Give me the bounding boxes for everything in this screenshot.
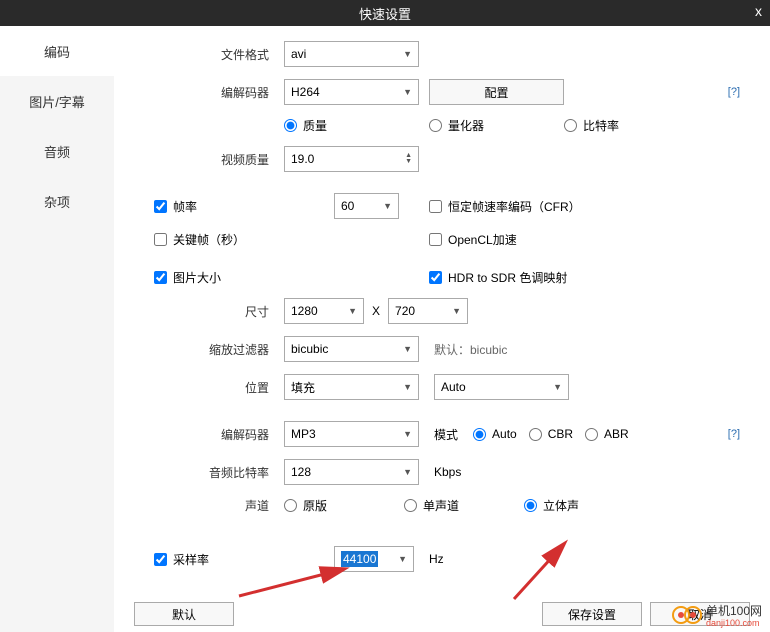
- mode-label: 模式: [434, 426, 458, 443]
- config-button[interactable]: 配置: [429, 79, 564, 105]
- tab-misc[interactable]: 杂项: [0, 176, 114, 226]
- audio-bitrate-label: 音频比特率: [134, 464, 284, 481]
- chevron-down-icon: ▼: [405, 159, 412, 165]
- checkbox-hdr[interactable]: HDR to SDR 色调映射: [429, 269, 567, 286]
- chevron-down-icon: ▼: [398, 554, 407, 564]
- radio-quality[interactable]: 质量: [284, 117, 419, 134]
- framerate-combo[interactable]: 60 ▼: [334, 193, 399, 219]
- radio-bitrate[interactable]: 比特率: [564, 117, 619, 134]
- chevron-down-icon: ▼: [452, 306, 461, 316]
- audio-codec-label: 编解码器: [134, 426, 284, 443]
- video-quality-label: 视频质量: [134, 151, 284, 168]
- titlebar: 快速设置 x: [0, 0, 770, 26]
- save-button[interactable]: 保存设置: [542, 602, 642, 626]
- samplerate-combo[interactable]: 44100 ▼: [334, 546, 414, 572]
- hz-label: Hz: [429, 552, 444, 566]
- position-combo[interactable]: 填充 ▼: [284, 374, 419, 400]
- position-label: 位置: [134, 379, 284, 396]
- video-quality-spinner[interactable]: 19.0 ▲▼: [284, 146, 419, 172]
- logo-icon: [684, 606, 702, 624]
- checkbox-cfr[interactable]: 恒定帧速率编码（CFR）: [429, 198, 581, 215]
- checkbox-keyframe[interactable]: 关键帧（秒）: [134, 231, 429, 248]
- codec-label: 编解码器: [134, 84, 284, 101]
- chevron-down-icon: ▼: [403, 87, 412, 97]
- scale-filter-combo[interactable]: bicubic ▼: [284, 336, 419, 362]
- watermark: 单机100网 danji100.com: [672, 602, 762, 628]
- codec-help[interactable]: [?]: [728, 86, 740, 98]
- radio-original[interactable]: 原版: [284, 497, 404, 514]
- chevron-down-icon: ▼: [553, 382, 562, 392]
- checkbox-opencl[interactable]: OpenCL加速: [429, 231, 517, 248]
- radio-stereo[interactable]: 立体声: [524, 497, 579, 514]
- radio-mono[interactable]: 单声道: [404, 497, 524, 514]
- close-icon[interactable]: x: [755, 3, 762, 19]
- radio-quantizer[interactable]: 量化器: [429, 117, 564, 134]
- chevron-down-icon: ▼: [403, 344, 412, 354]
- tab-subtitle[interactable]: 图片/字幕: [0, 76, 114, 126]
- audio-bitrate-combo[interactable]: 128 ▼: [284, 459, 419, 485]
- radio-abr[interactable]: ABR: [585, 427, 629, 441]
- checkbox-image-size[interactable]: 图片大小: [134, 269, 429, 286]
- file-format-combo[interactable]: avi ▼: [284, 41, 419, 67]
- radio-cbr[interactable]: CBR: [529, 427, 573, 441]
- default-button[interactable]: 默认: [134, 602, 234, 626]
- window-title: 快速设置: [359, 4, 411, 23]
- position-auto-combo[interactable]: Auto ▼: [434, 374, 569, 400]
- sidebar: 编码 图片/字幕 音频 杂项: [0, 26, 114, 632]
- checkbox-framerate[interactable]: 帧率: [134, 198, 334, 215]
- chevron-down-icon: ▼: [403, 467, 412, 477]
- channel-label: 声道: [134, 497, 284, 514]
- audio-codec-combo[interactable]: MP3 ▼: [284, 421, 419, 447]
- chevron-down-icon: ▼: [348, 306, 357, 316]
- size-label: 尺寸: [134, 303, 284, 320]
- file-format-label: 文件格式: [134, 46, 284, 63]
- radio-auto[interactable]: Auto: [473, 427, 517, 441]
- chevron-down-icon: ▼: [403, 382, 412, 392]
- chevron-down-icon: ▼: [383, 201, 392, 211]
- scale-filter-default: 默认：bicubic: [434, 341, 507, 358]
- checkbox-samplerate[interactable]: 采样率: [134, 551, 334, 568]
- audio-help[interactable]: [?]: [728, 428, 740, 440]
- tab-encode[interactable]: 编码: [0, 26, 114, 76]
- tab-audio[interactable]: 音频: [0, 126, 114, 176]
- width-combo[interactable]: 1280 ▼: [284, 298, 364, 324]
- height-combo[interactable]: 720 ▼: [388, 298, 468, 324]
- codec-combo[interactable]: H264 ▼: [284, 79, 419, 105]
- scale-filter-label: 缩放过滤器: [134, 341, 284, 358]
- chevron-down-icon: ▼: [403, 49, 412, 59]
- kbps-label: Kbps: [434, 465, 461, 479]
- chevron-down-icon: ▼: [403, 429, 412, 439]
